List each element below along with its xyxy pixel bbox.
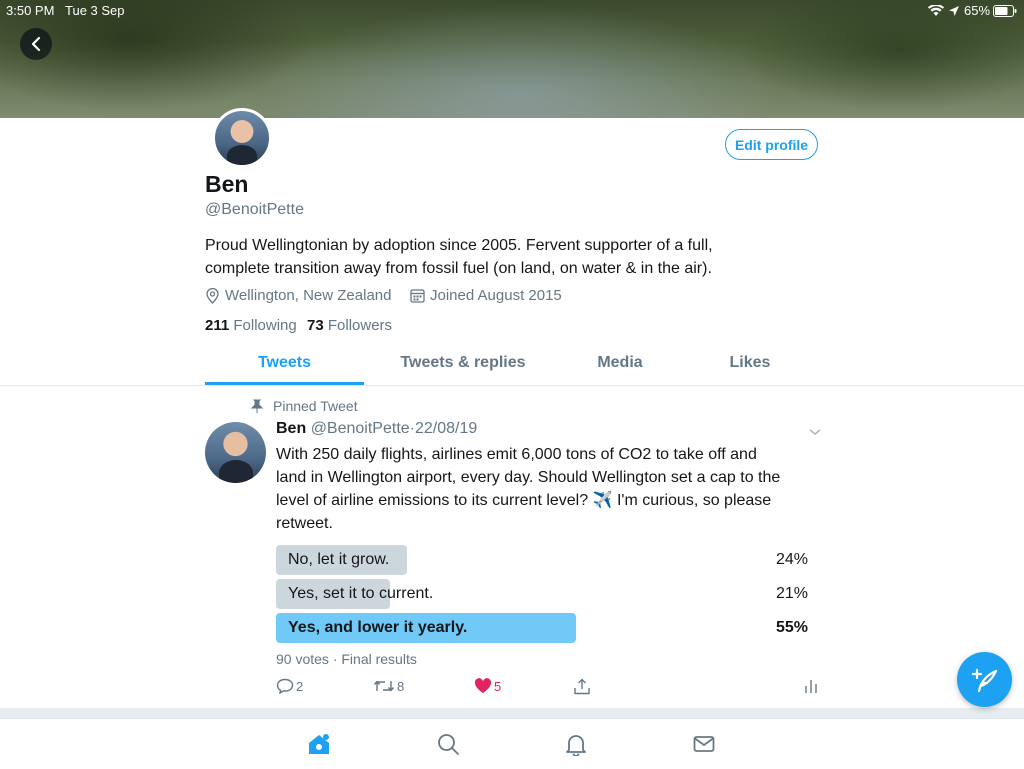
compose-icon <box>971 668 997 692</box>
edit-profile-button[interactable]: Edit profile <box>725 129 818 160</box>
poll-option-winner: Yes, and lower it yearly. 55% <box>276 613 808 643</box>
nav-messages[interactable] <box>692 732 716 761</box>
share-icon <box>574 678 590 695</box>
compose-tweet-button[interactable] <box>957 652 1012 707</box>
back-button[interactable] <box>20 28 52 60</box>
tweet-text-line: With 250 daily flights, airlines emit 6,… <box>276 446 757 463</box>
retweet-button[interactable]: 8 <box>373 678 404 694</box>
poll-option-percent: 24% <box>775 551 808 568</box>
poll-option-label: No, let it grow. <box>288 551 390 568</box>
tweet-text-line: level of airline emissions to its curren… <box>276 489 826 512</box>
nav-home[interactable] <box>307 732 331 761</box>
tweet-header: Ben @BenoitPette·22/08/19 <box>276 420 477 438</box>
tweet-avatar[interactable] <box>205 422 266 483</box>
like-count: 5 <box>494 678 502 694</box>
status-date: Tue 3 Sep <box>65 3 125 18</box>
profile-name: Ben <box>205 171 249 197</box>
back-icon <box>31 36 41 52</box>
notifications-icon <box>566 735 586 757</box>
tweet-text-line: retweet. <box>276 515 333 532</box>
reply-button[interactable]: 2 <box>276 678 303 694</box>
like-button[interactable]: 5 <box>474 678 501 694</box>
location-text: Wellington, New Zealand <box>225 287 392 304</box>
bio-line: Proud Wellingtonian by adoption since 20… <box>205 237 713 254</box>
feed-separator <box>0 708 1024 718</box>
poll-votes-summary: 90 votes · Final results <box>276 651 417 667</box>
reply-count: 2 <box>296 678 304 694</box>
followers-label: Followers <box>327 317 393 334</box>
bio-line: complete transition away from fossil fue… <box>205 260 712 277</box>
wifi-icon <box>928 4 944 22</box>
heart-icon <box>474 678 492 693</box>
location-arrow-icon <box>948 4 960 22</box>
following-label: Following <box>233 317 297 334</box>
tweet-text-segment: level of airline emissions to its curren… <box>276 492 589 509</box>
search-icon <box>438 734 459 755</box>
tweet-date[interactable]: 22/08/19 <box>415 420 477 437</box>
tab-tweets-replies[interactable]: Tweets & replies <box>383 354 543 372</box>
followers-link[interactable]: 73 Followers <box>307 317 392 334</box>
poll-option: Yes, set it to current. 21% <box>276 579 808 609</box>
nav-search[interactable] <box>436 732 460 761</box>
profile-joined: Joined August 2015 <box>410 287 562 304</box>
battery-percent: 65% <box>964 3 991 18</box>
joined-text: Joined August 2015 <box>430 287 562 304</box>
poll-option-label: Yes, set it to current. <box>288 585 434 602</box>
profile-banner <box>0 0 1024 118</box>
profile-bio: Proud Wellingtonian by adoption since 20… <box>205 234 805 280</box>
pinned-tweet-label: Pinned Tweet <box>251 398 358 414</box>
tabs-divider <box>0 385 1024 386</box>
tweet-author-name[interactable]: Ben <box>276 420 306 437</box>
tweet-text: With 250 daily flights, airlines emit 6,… <box>276 443 826 535</box>
poll-option-percent: 55% <box>775 619 808 636</box>
reply-icon <box>276 678 294 694</box>
following-link[interactable]: 211 Following <box>205 317 297 334</box>
pin-icon <box>251 399 263 413</box>
chevron-down-icon[interactable] <box>808 424 822 442</box>
retweet-count: 8 <box>397 678 405 694</box>
tweet-text-line: land in Wellington airport, every day. S… <box>276 469 781 486</box>
nav-notifications[interactable] <box>564 732 588 761</box>
tab-tweets[interactable]: Tweets <box>205 354 364 372</box>
home-icon <box>309 734 329 754</box>
poll-option-label: Yes, and lower it yearly. <box>288 619 468 636</box>
tab-likes[interactable]: Likes <box>700 354 800 372</box>
analytics-button[interactable] <box>804 678 818 694</box>
tweet-author-handle[interactable]: @BenoitPette <box>311 420 410 437</box>
airplane-emoji: ✈️ <box>592 492 613 509</box>
followers-count: 73 <box>307 317 324 334</box>
bottom-navigation <box>0 718 1024 769</box>
calendar-icon <box>410 289 425 303</box>
pinned-text: Pinned Tweet <box>273 398 358 414</box>
share-button[interactable] <box>573 678 591 695</box>
tweet-text-segment: I'm curious, so please <box>616 492 772 509</box>
profile-location: Wellington, New Zealand <box>205 287 391 304</box>
tab-media[interactable]: Media <box>560 354 680 372</box>
profile-handle: @BenoitPette <box>205 201 304 218</box>
poll-option: No, let it grow. 24% <box>276 545 808 575</box>
status-time: 3:50 PM <box>6 3 55 18</box>
location-pin-icon <box>206 287 219 304</box>
profile-avatar[interactable] <box>212 108 272 168</box>
battery-icon <box>993 4 1017 22</box>
analytics-icon <box>805 680 817 693</box>
messages-icon <box>693 736 715 752</box>
following-count: 211 <box>205 317 230 334</box>
poll-option-percent: 21% <box>775 585 808 602</box>
retweet-icon <box>373 680 395 692</box>
